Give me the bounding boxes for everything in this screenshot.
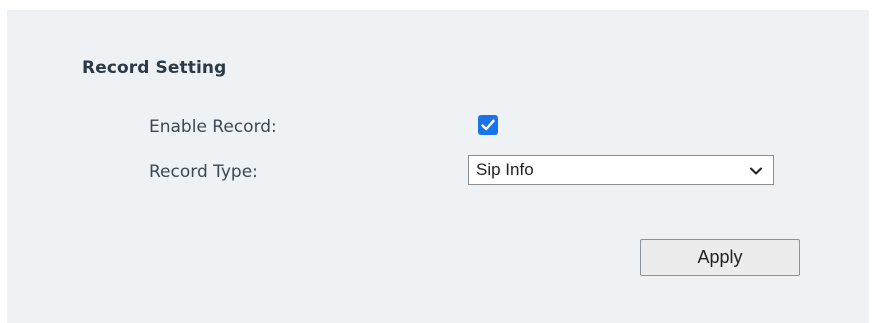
record-setting-panel: Record Setting Enable Record: Record Typ…	[7, 10, 869, 323]
record-type-select[interactable]: Sip Info	[468, 155, 774, 185]
section-title: Record Setting	[82, 58, 227, 78]
checkmark-icon	[481, 119, 495, 131]
apply-button[interactable]: Apply	[640, 239, 800, 276]
record-type-label: Record Type:	[149, 162, 258, 182]
record-type-value: Sip Info	[476, 160, 534, 179]
enable-record-checkbox[interactable]	[478, 115, 498, 135]
enable-record-label: Enable Record:	[149, 117, 277, 137]
chevron-down-icon	[750, 167, 762, 175]
